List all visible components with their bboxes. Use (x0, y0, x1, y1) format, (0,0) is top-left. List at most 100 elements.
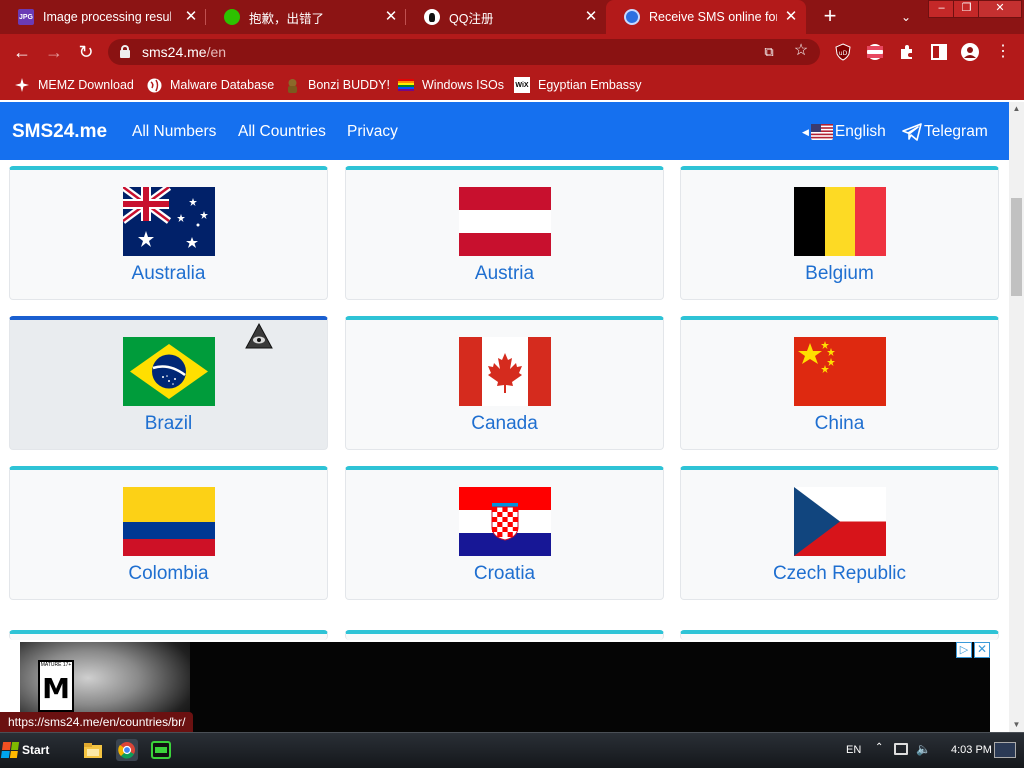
nav-all-countries[interactable]: All Countries (238, 123, 326, 141)
australia-flag (123, 187, 215, 256)
scroll-up-arrow-icon[interactable]: ▲ (1009, 102, 1024, 116)
sms24-icon (624, 9, 640, 25)
adchoices-icon[interactable]: ▷ (956, 642, 972, 658)
close-icon[interactable]: ✕ (384, 9, 398, 24)
croatia-flag (459, 487, 551, 556)
country-name: Canada (471, 413, 538, 434)
green-app-icon[interactable] (150, 739, 172, 761)
url-text[interactable]: sms24.me/en (142, 44, 226, 60)
rainbow-flag-icon (398, 77, 414, 93)
tab-label: QQ注册 (449, 11, 494, 26)
illuminati-cursor-icon (244, 322, 274, 352)
lock-icon[interactable] (120, 45, 130, 58)
esrb-rating-badge: MATURE 17+ M (38, 660, 74, 712)
country-card-czech-republic[interactable]: Czech Republic (680, 466, 999, 600)
language-switch[interactable]: ◀ English (802, 122, 886, 142)
input-language-indicator[interactable]: EN (846, 744, 861, 756)
browser-toolbar: ← → ↻ sms24.me/en ⧉ ☆ uD ⋮ (0, 34, 1024, 70)
nav-all-numbers[interactable]: All Numbers (132, 123, 216, 141)
tab-label: 抱歉，出错了 (249, 11, 325, 26)
country-card-partial[interactable] (345, 630, 664, 640)
chevron-down-icon[interactable]: ⌄ (896, 7, 916, 27)
bookmark-label: Windows ISOs (422, 78, 504, 92)
bookmark-windows-isos[interactable]: Windows ISOs (398, 76, 504, 94)
network-icon[interactable] (894, 743, 908, 755)
tab-label: Image processing result - (43, 10, 171, 24)
close-icon[interactable]: ✕ (784, 9, 798, 24)
taskbar: Start EN ⌃ 🔈 4:03 PM (0, 732, 1024, 768)
bookmark-memz[interactable]: MEMZ Download (14, 76, 134, 94)
bookmark-star-icon[interactable]: ☆ (792, 42, 810, 60)
tray-expand-icon[interactable]: ⌃ (875, 742, 883, 753)
close-icon[interactable]: ✕ (584, 9, 598, 24)
scroll-thumb[interactable] (1011, 198, 1022, 296)
nav-privacy[interactable]: Privacy (347, 123, 398, 141)
bookmark-egyptian-embassy[interactable]: WiX Egyptian Embassy (514, 76, 642, 94)
brazil-flag (123, 337, 215, 406)
system-clock[interactable]: 4:03 PM (951, 744, 992, 756)
tab-receive-sms[interactable]: Receive SMS online for fr ✕ (606, 0, 806, 34)
tab-label: Receive SMS online for fr (649, 10, 777, 24)
memz-icon (14, 77, 30, 93)
forward-arrow-icon[interactable]: → (42, 40, 66, 64)
share-icon[interactable]: ⧉ (760, 43, 778, 61)
address-bar[interactable]: sms24.me/en ⧉ ☆ (108, 39, 820, 65)
close-icon[interactable]: ✕ (974, 642, 990, 658)
wechat-icon (224, 9, 240, 25)
site-navbar: SMS24.me All Numbers All Countries Priva… (0, 102, 1009, 160)
site-brand[interactable]: SMS24.me (12, 121, 107, 143)
file-explorer-icon[interactable] (82, 739, 104, 761)
back-arrow-icon[interactable]: ← (10, 40, 34, 64)
sidepanel-icon[interactable] (930, 43, 948, 61)
minimize-button[interactable]: – (928, 0, 955, 18)
close-window-button[interactable]: ✕ (978, 0, 1022, 18)
country-card-brazil[interactable]: Brazil (9, 316, 328, 450)
country-card-china[interactable]: China (680, 316, 999, 450)
bookmark-bonzi-buddy[interactable]: Bonzi BUDDY! (284, 76, 390, 94)
rating-letter: M (42, 672, 70, 705)
us-flag-icon (810, 124, 833, 140)
country-card-belgium[interactable]: Belgium (680, 166, 999, 300)
maximize-button[interactable]: ❐ (953, 0, 980, 18)
new-tab-button[interactable]: + (818, 5, 842, 29)
country-card-partial[interactable] (680, 630, 999, 640)
show-desktop-icon[interactable] (994, 742, 1016, 758)
volume-icon[interactable]: 🔈 (916, 742, 931, 756)
country-card-austria[interactable]: Austria (345, 166, 664, 300)
scroll-down-arrow-icon[interactable]: ▼ (1009, 718, 1024, 732)
colombia-flag (123, 487, 215, 556)
tab-qq-register[interactable]: QQ注册 ✕ (406, 0, 606, 34)
china-flag (794, 337, 886, 406)
country-card-australia[interactable]: Australia (9, 166, 328, 300)
kebab-menu-icon[interactable]: ⋮ (994, 43, 1012, 61)
telegram-link[interactable]: Telegram (902, 122, 988, 142)
start-button[interactable]: Start (0, 737, 49, 763)
extension-red-white-icon[interactable] (866, 43, 884, 61)
profile-icon[interactable] (961, 43, 979, 61)
country-card-croatia[interactable]: Croatia (345, 466, 664, 600)
tab-wechat-error[interactable]: 抱歉，出错了 ✕ (206, 0, 406, 34)
country-card-partial[interactable] (9, 630, 328, 640)
tab-image-processing[interactable]: JPG Image processing result - ✕ (0, 0, 206, 34)
country-card-colombia[interactable]: Colombia (9, 466, 328, 600)
puzzle-icon[interactable] (898, 43, 916, 61)
country-grid: Australia Austria Belgium Brazil Canada … (0, 160, 1009, 732)
page-scrollbar[interactable]: ▲ ▼ (1009, 102, 1024, 732)
bookmarks-bar: MEMZ Download Malware Database Bonzi BUD… (0, 70, 1024, 100)
wix-icon: WiX (514, 77, 530, 93)
country-card-canada[interactable]: Canada (345, 316, 664, 450)
country-name: Croatia (473, 563, 536, 584)
chrome-icon[interactable] (116, 739, 138, 761)
rating-label: MATURE 17+ (40, 662, 72, 668)
browser-tab-strip: JPG Image processing result - ✕ 抱歉，出错了 ✕… (0, 0, 1024, 34)
reload-icon[interactable]: ↻ (74, 40, 98, 64)
bookmark-label: MEMZ Download (38, 78, 134, 92)
jpg-icon: JPG (18, 9, 34, 25)
belgium-flag (794, 187, 886, 256)
canada-flag (459, 337, 551, 406)
bookmark-malware-database[interactable]: Malware Database (146, 76, 274, 94)
url-domain: sms24.me (142, 44, 207, 60)
close-icon[interactable]: ✕ (184, 9, 198, 24)
globe-icon (146, 77, 162, 93)
ublock-icon[interactable]: uD (834, 43, 852, 61)
